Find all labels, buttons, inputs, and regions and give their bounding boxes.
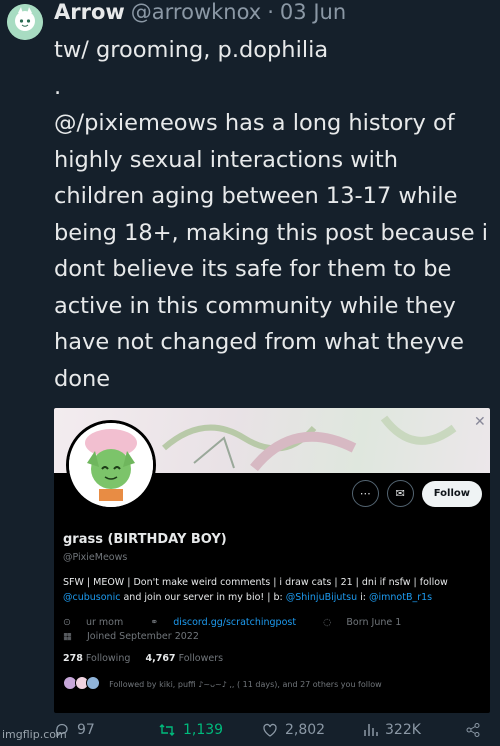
tweet-actions: 97 1,139 2,802 322K	[0, 718, 500, 746]
mutual-avatar	[86, 676, 101, 690]
location-text: ur mom	[85, 617, 124, 628]
profile-handle: @PixieMeows	[63, 552, 128, 563]
analytics-icon	[364, 724, 378, 736]
svg-text:✕: ✕	[474, 414, 486, 430]
following-count: 278	[63, 653, 83, 664]
tweet-text: tw/ grooming, p.dophilia . @/pixiemeows …	[54, 37, 489, 392]
retweet-button[interactable]: 1,139	[158, 722, 223, 738]
author-handle[interactable]: @arrowknox	[131, 0, 261, 24]
followed-by-text: Followed by kiki, puffi ♪~ᴗ~♪ ,, ( 11 da…	[109, 679, 382, 689]
like-button[interactable]: 2,802	[262, 722, 325, 738]
share-button[interactable]	[465, 722, 481, 738]
reply-count: 97	[77, 722, 95, 738]
website-item[interactable]: ⚭ discord.gg/scratchingpost	[150, 617, 308, 628]
followers-stat[interactable]: 4,767 Followers	[145, 653, 223, 664]
profile-stats: 278 Following 4,767 Followers	[63, 653, 223, 664]
balloon-icon: ◌	[323, 617, 335, 628]
more-icon[interactable]: ⋯	[351, 480, 379, 507]
retweet-icon	[159, 724, 175, 736]
views-button[interactable]: 322K	[362, 722, 421, 738]
link-icon: ⚭	[150, 617, 162, 628]
tweet-header: Arrow @arrowknox · 03 Jun	[54, 0, 346, 30]
message-icon[interactable]: ✉	[386, 480, 414, 507]
followed-by[interactable]: Followed by kiki, puffi ♪~ᴗ~♪ ,, ( 11 da…	[63, 676, 382, 692]
bio-link-imnot[interactable]: @imnotB_r1s	[369, 592, 432, 603]
followers-count: 4,767	[145, 653, 176, 664]
following-label: Following	[85, 653, 131, 664]
follow-button[interactable]: Follow	[421, 480, 482, 507]
header-separator: ·	[267, 0, 274, 24]
profile-avatar-image	[69, 423, 153, 507]
bio-text: SFW | MEOW | Don't make weird comments |…	[63, 577, 448, 588]
bio-link-cubusonic[interactable]: @cubusonic	[63, 592, 120, 603]
joined-text: Joined September 2022	[87, 631, 199, 642]
birthday-item: ◌ Born June 1	[323, 617, 413, 628]
bio-text-mid2: i:	[357, 591, 369, 603]
heart-icon	[263, 723, 277, 737]
bio-link-shinju[interactable]: @ShinjuBijutsu	[286, 592, 357, 603]
calendar-icon: ▦	[63, 631, 75, 642]
location-item: ⊙ ur mom	[63, 617, 135, 628]
profile-avatar[interactable]	[66, 420, 156, 510]
birthday-text: Born June 1	[346, 617, 402, 628]
following-stat[interactable]: 278 Following	[63, 653, 130, 664]
watermark: imgflip.com	[2, 728, 67, 741]
location-icon: ⊙	[63, 617, 74, 628]
avatar-image	[7, 4, 43, 40]
joined-item: ▦ Joined September 2022	[63, 631, 211, 642]
like-count: 2,802	[285, 722, 326, 738]
author-name[interactable]: Arrow	[54, 0, 125, 24]
bio-text-mid: and join our server in my bio! | b:	[120, 591, 286, 603]
author-avatar[interactable]	[7, 4, 43, 40]
mutual-avatars	[63, 676, 101, 692]
followers-label: Followers	[178, 653, 224, 664]
profile-action-buttons: ⋯ ✉ Follow	[351, 480, 482, 507]
website-link[interactable]: discord.gg/scratchingpost	[173, 617, 296, 628]
profile-name: grass (BIRTHDAY BOY)	[63, 532, 227, 547]
tweet-date[interactable]: 03 Jun	[280, 0, 346, 24]
profile-meta: ⊙ ur mom ⚭ discord.gg/scratchingpost ◌ B…	[63, 616, 483, 644]
embedded-profile-screenshot[interactable]: ✕ ⋯ ✉ Follow grass (BIRTHDAY BOY) @Pixie…	[54, 408, 490, 713]
profile-bio: SFW | MEOW | Don't make weird comments |…	[63, 576, 483, 605]
share-icon	[466, 723, 480, 737]
retweet-count: 1,139	[183, 722, 224, 738]
view-count: 322K	[385, 722, 421, 738]
